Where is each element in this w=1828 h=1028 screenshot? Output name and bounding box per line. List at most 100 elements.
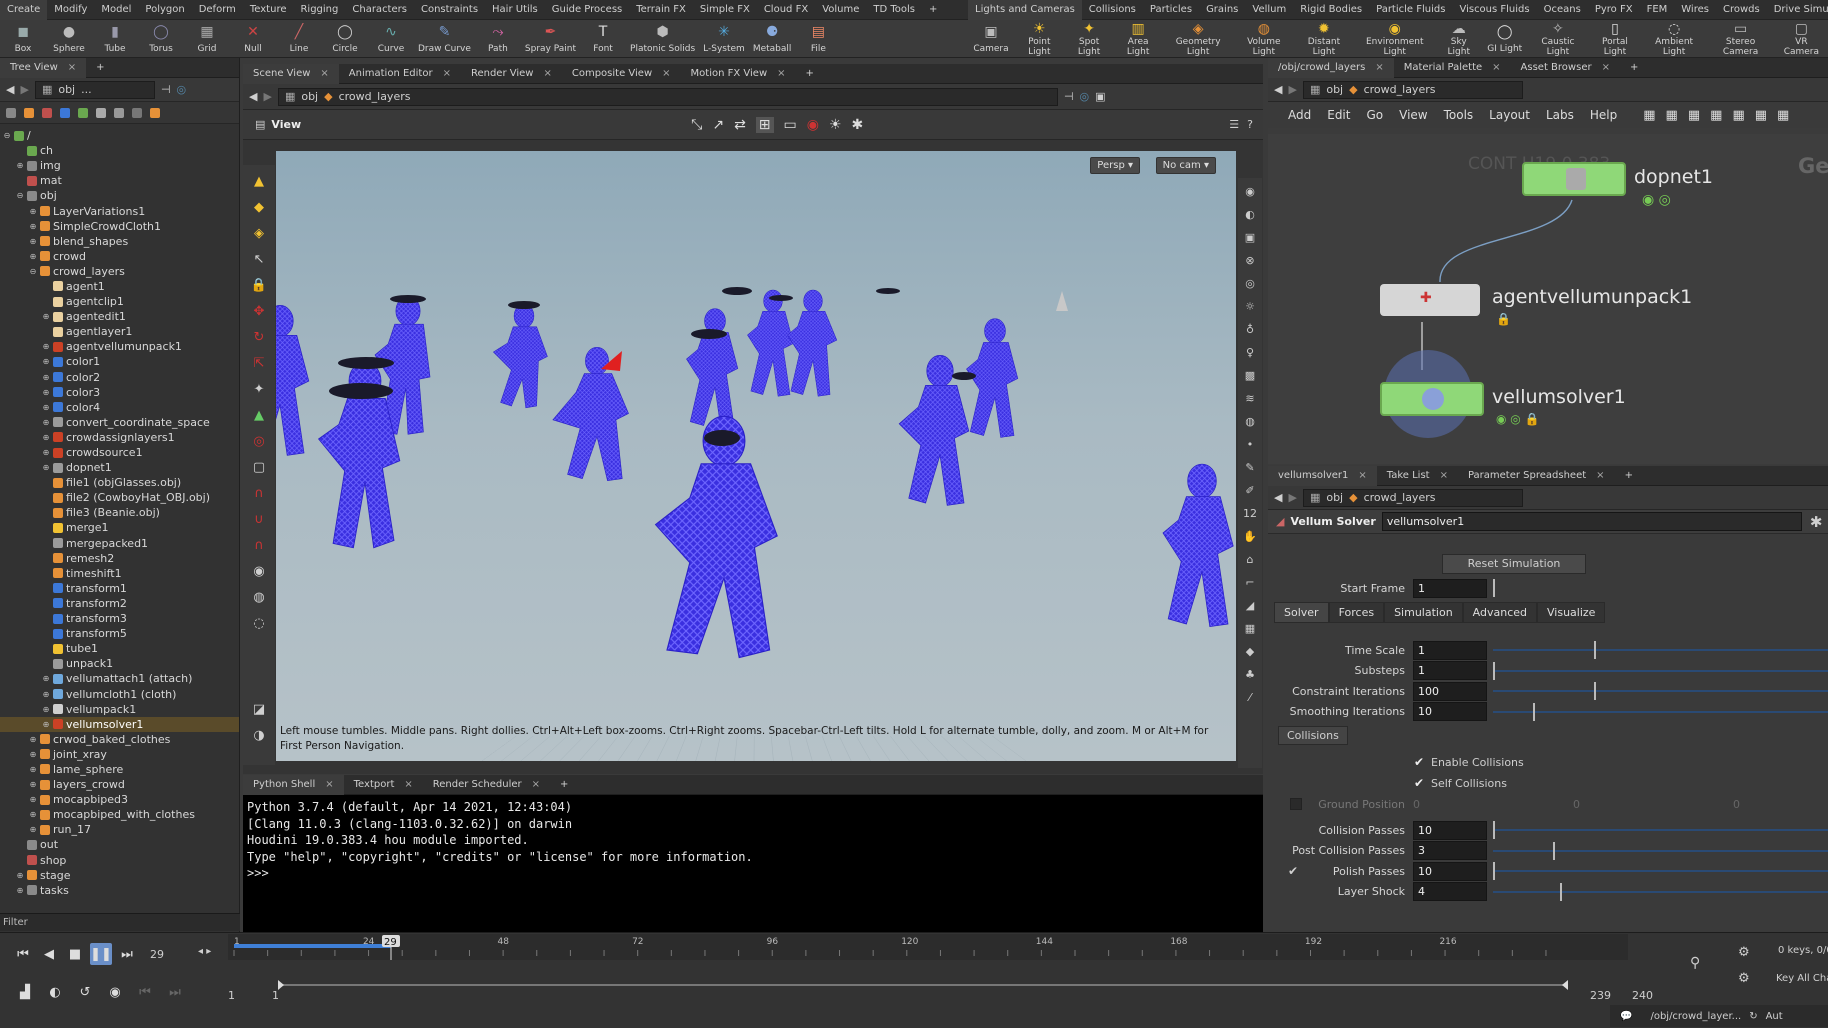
- tree-item[interactable]: ⊕ lame_sphere: [0, 762, 239, 777]
- add-tab-icon[interactable]: +: [86, 58, 114, 78]
- close-icon[interactable]: ×: [662, 68, 670, 79]
- jump-end-icon[interactable]: ⏭: [116, 943, 138, 965]
- param-slider[interactable]: [1493, 882, 1828, 901]
- tree-item[interactable]: ⊕ agentvellumunpack1: [0, 339, 239, 354]
- close-icon[interactable]: ×: [68, 62, 76, 73]
- render-icon[interactable]: ◍: [248, 587, 270, 607]
- help-icon[interactable]: ?: [1247, 118, 1253, 131]
- pencil-icon[interactable]: ✎: [1241, 458, 1259, 476]
- tree-item[interactable]: agentclip1: [0, 294, 239, 309]
- diamond-icon[interactable]: ◆: [1241, 642, 1259, 660]
- param-field[interactable]: 10: [1413, 861, 1487, 881]
- expand-icon[interactable]: ⊕: [28, 207, 38, 216]
- tree-item[interactable]: ⊕ run_17: [0, 822, 239, 837]
- expand-icon[interactable]: ⊕: [41, 463, 51, 472]
- tree-item[interactable]: ⊕ img: [0, 158, 239, 173]
- param-path-field[interactable]: ▦ obj ◆ crowd_layers: [1302, 488, 1523, 507]
- param-field[interactable]: 3: [1413, 841, 1487, 861]
- camera-view-icon[interactable]: ▭: [784, 117, 797, 133]
- tree-item[interactable]: out: [0, 837, 239, 852]
- viewer-path-field[interactable]: ▦ obj ◆ crowd_layers: [277, 87, 1058, 106]
- persp-menu-button[interactable]: Persp ▾: [1090, 157, 1140, 174]
- range-start-field[interactable]: 1: [228, 989, 235, 1002]
- tree-item[interactable]: ⊕ LayerVariations1: [0, 203, 239, 218]
- expand-icon[interactable]: ⊕: [41, 357, 51, 366]
- agent-figure[interactable]: [1162, 463, 1234, 628]
- key-all-icon[interactable]: ⚙: [1738, 971, 1750, 986]
- timeline-ruler[interactable]: 1 24 48 72 96 120 144 168 192 216 29: [228, 934, 1628, 960]
- shelf-right-tab[interactable]: Collisions: [1082, 0, 1143, 20]
- realtime-icon[interactable]: ▟: [14, 981, 36, 1003]
- view-tool-icon[interactable]: ◎: [248, 431, 270, 451]
- bulb-icon[interactable]: ♁: [1241, 320, 1259, 338]
- slider-knob[interactable]: [1593, 682, 1596, 701]
- tree-item[interactable]: timeshift1: [0, 566, 239, 581]
- transform-icon[interactable]: ⇄: [734, 117, 746, 133]
- filter-misc-icon[interactable]: [132, 107, 142, 118]
- shelf-tool-line[interactable]: ╱ Line: [276, 20, 322, 57]
- viewer-tab[interactable]: Motion FX View ×: [681, 64, 796, 84]
- shelf-tool-volume-light[interactable]: ◍ Volume Light: [1234, 20, 1295, 58]
- pose-icon[interactable]: ✦: [248, 379, 270, 399]
- filter-geo-icon[interactable]: [24, 107, 34, 118]
- key-icon[interactable]: ⚲: [1690, 955, 1700, 971]
- tree-item[interactable]: transform3: [0, 611, 239, 626]
- tree-item[interactable]: ⊕ crowd: [0, 249, 239, 264]
- snap-icon[interactable]: ⊞: [755, 116, 774, 133]
- slider-knob[interactable]: [1593, 641, 1596, 659]
- viewer-tab[interactable]: Animation Editor ×: [339, 64, 461, 84]
- expand-icon[interactable]: ⊕: [28, 810, 38, 819]
- tree-item[interactable]: file3 (Beanie.obj): [0, 505, 239, 520]
- play-reverse-icon[interactable]: ◀: [38, 943, 60, 965]
- menu-item-help[interactable]: Help: [1590, 108, 1617, 122]
- tree-item[interactable]: transform1: [0, 581, 239, 596]
- tree-item[interactable]: ⊖ obj: [0, 188, 239, 203]
- tree-item[interactable]: ⊕ vellumsolver1: [0, 716, 239, 732]
- menu-item-go[interactable]: Go: [1366, 108, 1383, 122]
- network-tab[interactable]: Asset Browser ×: [1511, 58, 1620, 78]
- param-tab-forces[interactable]: Forces: [1328, 602, 1385, 623]
- param-field[interactable]: 4: [1413, 882, 1487, 902]
- tree-item[interactable]: agentlayer1: [0, 324, 239, 339]
- shelf-right-tab[interactable]: Particle Fluids: [1369, 0, 1452, 20]
- select-arrow-icon[interactable]: ↗: [712, 117, 724, 133]
- agent-figure[interactable]: [747, 289, 794, 397]
- handle-tool-icon[interactable]: ▲: [248, 405, 270, 425]
- filter-cam-icon[interactable]: [60, 107, 70, 118]
- expand-icon[interactable]: ⊕: [15, 886, 25, 895]
- stop-icon[interactable]: ■: [64, 943, 86, 965]
- chat-icon[interactable]: 💬: [1620, 1011, 1632, 1022]
- polish-passes-checkbox[interactable]: ✔: [1288, 864, 1298, 878]
- shelf-tool-curve[interactable]: ∿ Curve: [368, 20, 414, 57]
- shelf-left-tab[interactable]: Create: [0, 0, 48, 20]
- range-end-playback-field[interactable]: 239: [1590, 989, 1611, 1002]
- slider-knob[interactable]: [1493, 661, 1495, 680]
- shelf-tool-spot-light[interactable]: ✦ Spot Light: [1065, 20, 1114, 58]
- param-slider[interactable]: [1493, 661, 1828, 680]
- param-field[interactable]: 10: [1413, 702, 1487, 722]
- loop-icon[interactable]: ↺: [74, 981, 96, 1003]
- shelf-tool-spray-paint[interactable]: ✒ Spray Paint: [521, 20, 580, 57]
- tree-item[interactable]: ⊕ color1: [0, 354, 239, 369]
- tile-icon[interactable]: ▦: [1732, 108, 1744, 123]
- close-icon[interactable]: ×: [1492, 62, 1500, 73]
- python-shell-panel[interactable]: Python Shell × Textport × Render Scheduler × +…: [243, 774, 1263, 932]
- tree-item[interactable]: file2 (CowboyHat_OBJ.obj): [0, 490, 239, 505]
- close-icon[interactable]: ×: [543, 68, 551, 79]
- tree-item[interactable]: transform5: [0, 626, 239, 641]
- range-end-handle[interactable]: [1562, 980, 1568, 990]
- audio-icon[interactable]: ◐: [44, 981, 66, 1003]
- close-icon[interactable]: ×: [1596, 470, 1604, 481]
- tab-tree-view[interactable]: Tree View ×: [0, 57, 87, 78]
- select-tool-icon[interactable]: ↖: [248, 249, 270, 269]
- network-canvas[interactable]: CONT H19.0.383 Ge dopnet1 ◉ ◎ ✚ agentvel…: [1268, 134, 1828, 464]
- node-dopnet1[interactable]: [1522, 162, 1626, 196]
- display-options-icon[interactable]: ☰: [1229, 118, 1239, 131]
- tree-item[interactable]: ⊕ mocapbiped_with_clothes: [0, 807, 239, 822]
- expand-icon[interactable]: ⊕: [28, 825, 38, 834]
- headlight-icon[interactable]: ♀: [1241, 343, 1259, 361]
- agent-figure[interactable]: [654, 415, 778, 659]
- param-tab-visualize[interactable]: Visualize: [1537, 602, 1606, 623]
- close-icon[interactable]: ×: [1375, 62, 1383, 73]
- tree-item[interactable]: shop: [0, 853, 239, 868]
